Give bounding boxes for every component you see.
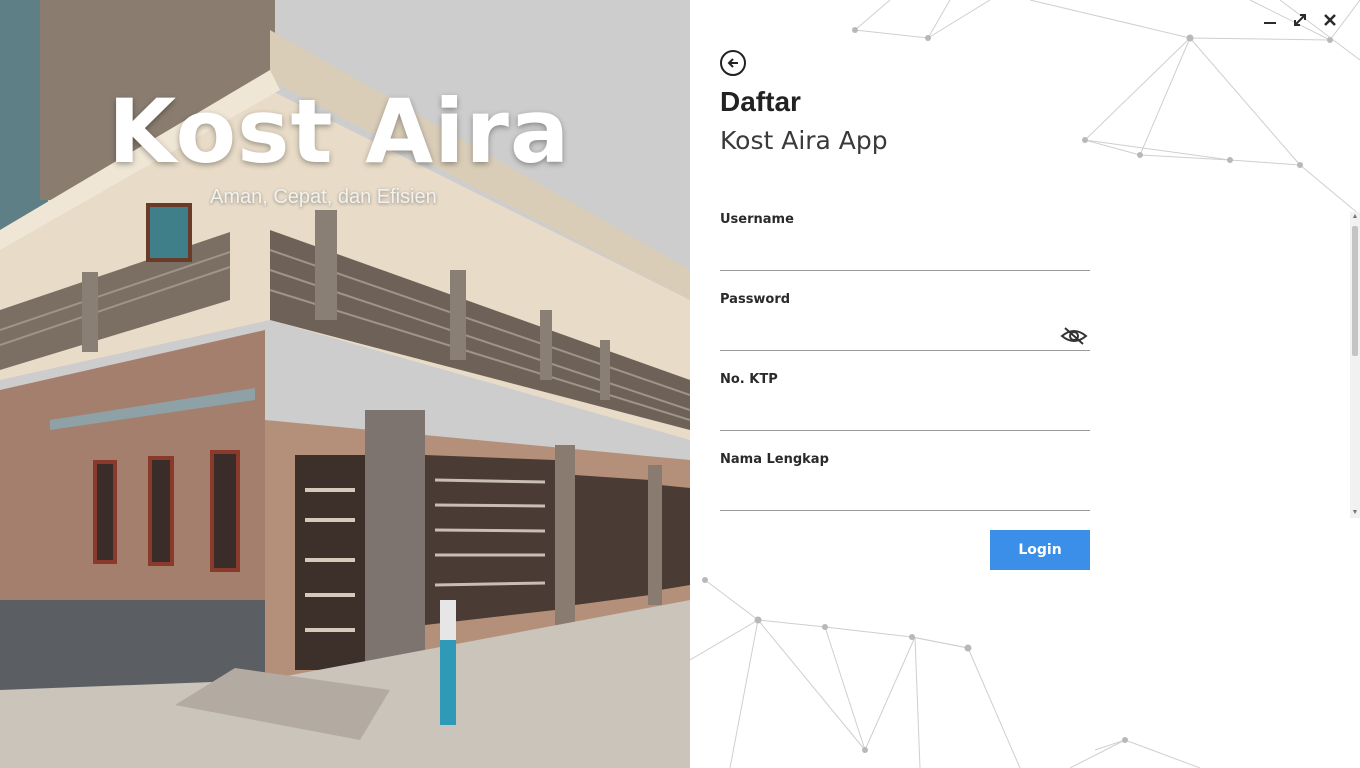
- page-title: Daftar: [720, 86, 801, 117]
- hero-panel: Kost Aira Aman, Cepat, dan Efisien: [0, 0, 690, 768]
- ktp-input[interactable]: [720, 395, 1090, 431]
- fullname-label: Nama Lengkap: [720, 452, 829, 467]
- scrollbar-thumb[interactable]: [1352, 226, 1358, 356]
- password-label: Password: [720, 292, 791, 307]
- app-logo-title: Kost Aira: [108, 80, 571, 183]
- window-controls: [1262, 12, 1338, 28]
- scroll-down-icon[interactable]: ▼: [1350, 508, 1360, 518]
- arrow-left-icon: [727, 58, 738, 68]
- maximize-icon[interactable]: [1292, 12, 1308, 28]
- password-field-group: Password: [720, 292, 1090, 351]
- minimize-icon[interactable]: [1262, 12, 1278, 28]
- vertical-scrollbar[interactable]: ▲ ▼: [1350, 212, 1360, 518]
- login-button[interactable]: Login: [990, 530, 1090, 570]
- ktp-label: No. KTP: [720, 372, 778, 387]
- app-tagline: Aman, Cepat, dan Efisien: [210, 186, 437, 208]
- close-icon[interactable]: [1322, 12, 1338, 28]
- fullname-input[interactable]: [720, 475, 1090, 511]
- eye-slash-icon[interactable]: [1060, 326, 1088, 346]
- page-subtitle: Kost Aira App: [720, 126, 888, 155]
- password-input[interactable]: [720, 315, 1090, 351]
- ktp-field-group: No. KTP: [720, 372, 1090, 431]
- register-panel: Daftar Kost Aira App Username Password N…: [690, 0, 1360, 768]
- back-button[interactable]: [720, 50, 746, 76]
- fullname-field-group: Nama Lengkap: [720, 452, 1090, 511]
- username-input[interactable]: [720, 235, 1090, 271]
- username-label: Username: [720, 212, 794, 227]
- scroll-up-icon[interactable]: ▲: [1350, 212, 1360, 222]
- username-field-group: Username: [720, 212, 1090, 271]
